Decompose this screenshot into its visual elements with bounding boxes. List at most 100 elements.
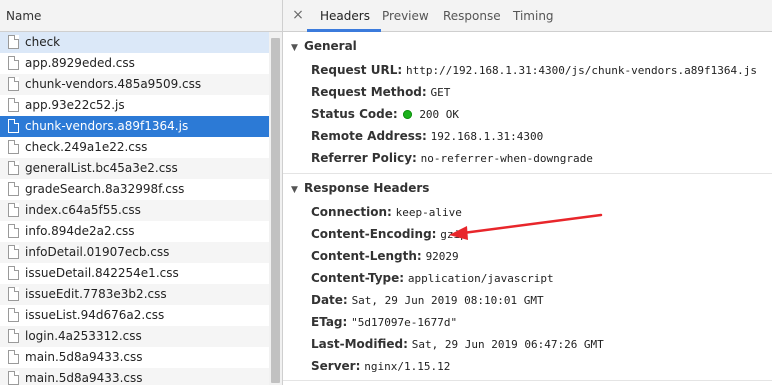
request-name: issueEdit.7783e3b2.css: [25, 287, 167, 301]
header-row-request-method: Request Method: GET: [311, 85, 450, 99]
header-row-server: Server: nginx/1.15.12: [311, 359, 450, 373]
request-name: infoDetail.01907ecb.css: [25, 245, 170, 259]
request-name: app.93e22c52.js: [25, 98, 125, 112]
close-icon[interactable]: ×: [291, 7, 305, 23]
status-ok-dot-icon: [403, 110, 413, 119]
header-key: ETag:: [311, 315, 348, 329]
general-section-toggle[interactable]: ▼ General: [291, 39, 357, 53]
request-row[interactable]: main.5d8a9433.css: [0, 368, 269, 385]
general-section-title: General: [304, 39, 357, 53]
tab-headers[interactable]: Headers: [320, 9, 370, 23]
tab-preview[interactable]: Preview: [382, 9, 429, 23]
request-name: generalList.bc45a3e2.css: [25, 161, 178, 175]
header-row-date: Date: Sat, 29 Jun 2019 08:10:01 GMT: [311, 293, 544, 307]
request-row[interactable]: check: [0, 32, 269, 53]
request-row[interactable]: generalList.bc45a3e2.css: [0, 158, 269, 179]
header-key: Content-Length:: [311, 249, 422, 263]
request-row-selected[interactable]: chunk-vendors.a89f1364.js: [0, 116, 269, 137]
request-name: index.c64a5f55.css: [25, 203, 141, 217]
header-value: "5d17097e-1677d": [351, 316, 458, 329]
header-key: Request URL:: [311, 63, 403, 77]
request-row[interactable]: login.4a253312.css: [0, 326, 269, 347]
file-icon: [8, 161, 19, 175]
file-icon: [8, 77, 19, 91]
header-value: 192.168.1.31:4300: [430, 130, 544, 143]
request-detail-panel: × Headers Preview Response Timing ▼ Gener…: [283, 0, 772, 385]
request-row[interactable]: chunk-vendors.485a9509.css: [0, 74, 269, 95]
request-list-panel: Name check app.8929eded.css chunk-vendor…: [0, 0, 283, 385]
request-name: info.894de2a2.css: [25, 224, 135, 238]
request-row[interactable]: main.5d8a9433.css: [0, 347, 269, 368]
file-icon: [8, 350, 19, 364]
header-value: 200 OK: [419, 108, 460, 121]
request-row[interactable]: app.93e22c52.js: [0, 95, 269, 116]
file-icon: [8, 98, 19, 112]
request-name: issueList.94d676a2.css: [25, 308, 165, 322]
response-headers-section-title: Response Headers: [304, 181, 430, 195]
request-name: app.8929eded.css: [25, 56, 135, 70]
name-column-header[interactable]: Name: [0, 0, 282, 32]
tab-timing[interactable]: Timing: [513, 9, 554, 23]
file-icon: [8, 119, 19, 133]
file-icon: [8, 287, 19, 301]
header-value: Sat, 29 Jun 2019 08:10:01 GMT: [351, 294, 544, 307]
header-key: Request Method:: [311, 85, 427, 99]
triangle-down-icon: ▼: [291, 43, 298, 53]
header-key: Connection:: [311, 205, 392, 219]
request-row[interactable]: gradeSearch.8a32998f.css: [0, 179, 269, 200]
header-row-content-encoding: Content-Encoding: gzip: [311, 227, 467, 241]
list-scrollbar[interactable]: [269, 32, 282, 385]
header-value: application/javascript: [407, 272, 554, 285]
file-icon: [8, 140, 19, 154]
header-key: Date:: [311, 293, 348, 307]
file-icon: [8, 245, 19, 259]
file-icon: [8, 224, 19, 238]
tab-response[interactable]: Response: [443, 9, 501, 23]
annotation-arrow-icon: [449, 213, 603, 240]
header-row-request-url: Request URL: http://192.168.1.31:4300/js…: [311, 63, 757, 77]
request-name: chunk-vendors.485a9509.css: [25, 77, 202, 91]
triangle-down-icon: ▼: [291, 185, 298, 195]
request-row[interactable]: issueList.94d676a2.css: [0, 305, 269, 326]
header-row-etag: ETag: "5d17097e-1677d": [311, 315, 457, 329]
request-row[interactable]: check.249a1e22.css: [0, 137, 269, 158]
file-icon: [8, 308, 19, 322]
request-name: gradeSearch.8a32998f.css: [25, 182, 185, 196]
header-value: no-referrer-when-downgrade: [420, 152, 593, 165]
header-value: http://192.168.1.31:4300/js/chunk-vendor…: [405, 64, 757, 77]
request-name: issueDetail.842254e1.css: [25, 266, 179, 280]
header-value: GET: [430, 86, 451, 99]
header-key: Remote Address:: [311, 129, 427, 143]
response-headers-section-toggle[interactable]: ▼ Response Headers: [291, 181, 429, 195]
header-key: Referrer Policy:: [311, 151, 417, 165]
header-row-content-length: Content-Length: 92029: [311, 249, 459, 263]
header-row-remote-address: Remote Address: 192.168.1.31:4300: [311, 129, 543, 143]
section-divider: [283, 380, 772, 381]
header-row-status-code: Status Code: 200 OK: [311, 107, 459, 121]
header-row-referrer-policy: Referrer Policy: no-referrer-when-downgr…: [311, 151, 593, 165]
file-icon: [8, 56, 19, 70]
file-icon: [8, 329, 19, 343]
header-key: Status Code:: [311, 107, 398, 121]
active-tab-indicator: [307, 29, 381, 32]
header-row-connection: Connection: keep-alive: [311, 205, 462, 219]
request-name: chunk-vendors.a89f1364.js: [25, 119, 189, 133]
header-key: Content-Type:: [311, 271, 405, 285]
request-name: check.249a1e22.css: [25, 140, 148, 154]
section-divider: [283, 173, 772, 174]
request-row[interactable]: issueDetail.842254e1.css: [0, 263, 269, 284]
request-row[interactable]: issueEdit.7783e3b2.css: [0, 284, 269, 305]
request-row[interactable]: index.c64a5f55.css: [0, 200, 269, 221]
request-name: main.5d8a9433.css: [25, 350, 143, 364]
request-name: check: [25, 35, 61, 49]
header-row-content-type: Content-Type: application/javascript: [311, 271, 554, 285]
header-value: 92029: [425, 250, 459, 263]
request-row[interactable]: app.8929eded.css: [0, 53, 269, 74]
header-key: Server:: [311, 359, 361, 373]
detail-tab-bar: × Headers Preview Response Timing: [283, 0, 772, 32]
request-name: login.4a253312.css: [25, 329, 142, 343]
scrollbar-thumb[interactable]: [271, 38, 280, 383]
request-row[interactable]: info.894de2a2.css: [0, 221, 269, 242]
request-row[interactable]: infoDetail.01907ecb.css: [0, 242, 269, 263]
file-icon: [8, 266, 19, 280]
